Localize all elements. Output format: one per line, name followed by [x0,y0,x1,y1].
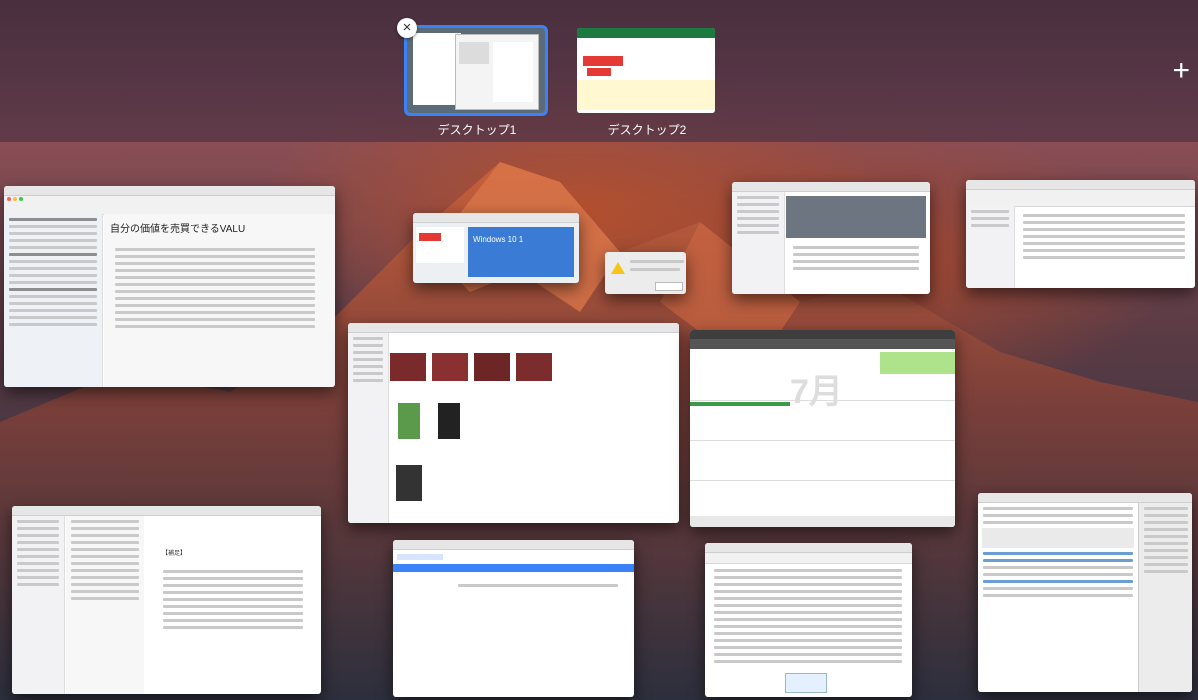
window-bibliography[interactable] [966,180,1195,288]
window-developer-tools[interactable] [978,493,1192,692]
window-dialog[interactable] [605,252,686,294]
warning-icon [611,262,625,274]
space-desktop-1[interactable]: × デスクトップ1 [397,18,548,138]
window-calendar[interactable]: 7月 [690,330,955,527]
space-desktop-2[interactable]: デスクトップ2 [577,28,717,138]
close-space-icon[interactable]: × [397,18,417,38]
window-memo[interactable]: 【補足】 [12,506,321,694]
calendar-month: 7月 [790,373,843,411]
add-space-button[interactable]: + [1172,56,1190,86]
mission-control-spaces-bar: × デスクトップ1 デスクトップ2 + [0,0,1198,142]
window-text-editor[interactable]: 自分の価値を売買できるVALU [4,186,335,387]
window-finder[interactable] [732,182,930,294]
vm-title: Windows 10 1 [473,235,524,244]
space-label: デスクトップ1 [437,123,517,137]
space-label: デスクトップ2 [607,123,687,137]
window-virtual-machine[interactable]: Windows 10 1 [413,213,579,283]
window-photos[interactable] [348,323,679,523]
memo-heading: 【補足】 [162,551,187,557]
window-activity-monitor[interactable] [705,543,912,697]
space-thumbnail[interactable] [404,25,548,116]
window-search[interactable] [393,540,634,697]
space-thumbnail[interactable] [577,28,715,113]
editor-heading: 自分の価値を売買できるVALU [110,224,246,235]
